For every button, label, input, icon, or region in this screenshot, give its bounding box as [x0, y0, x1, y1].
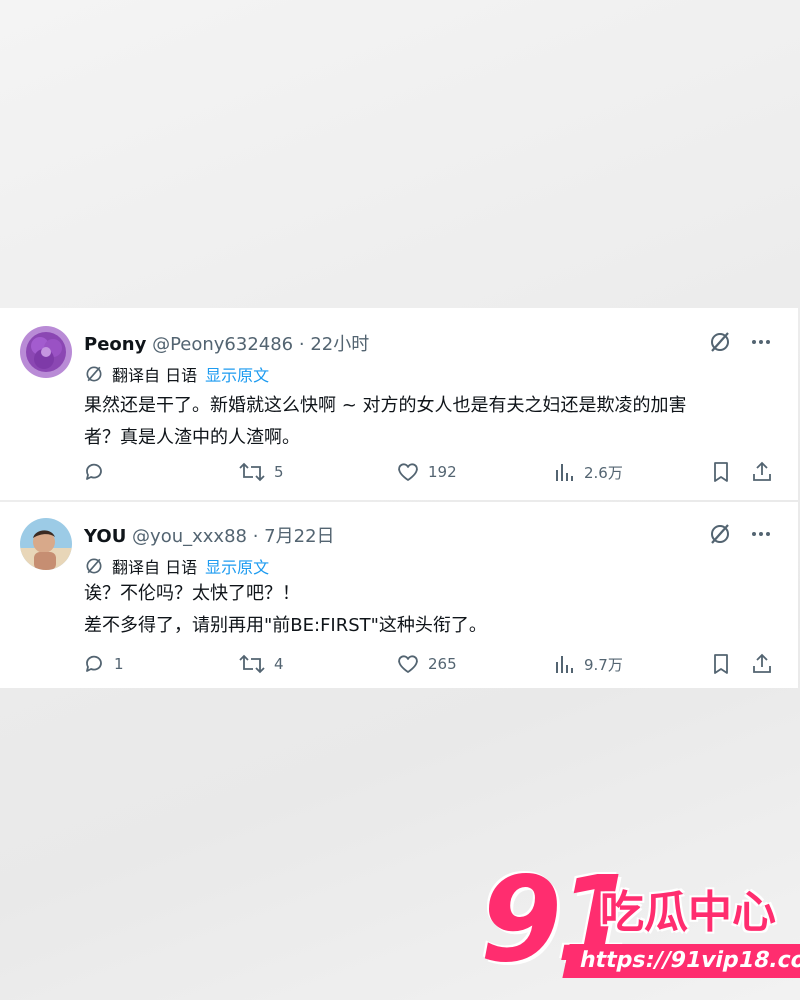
grok-icon[interactable] — [708, 522, 732, 546]
user-handle[interactable]: @Peony632486 — [152, 334, 293, 355]
avatar[interactable] — [20, 518, 72, 570]
like-button[interactable]: 192 — [396, 460, 457, 484]
reply-icon — [86, 655, 102, 672]
views-count: 2.6万 — [584, 463, 623, 482]
share-icon — [753, 653, 771, 673]
retweet-icon — [239, 462, 265, 482]
views-button[interactable]: 2.6万 — [554, 460, 623, 484]
tweet-card[interactable]: YOU @you_xxx88 · 7月22日 翻译自 日语 显示原文 诶？不伦吗… — [0, 502, 798, 688]
watermark-logo: 91 吃瓜中心 https://91vip18.com — [480, 850, 800, 990]
share-button[interactable] — [750, 460, 774, 484]
bookmark-icon — [714, 654, 728, 674]
avatar[interactable] — [20, 326, 72, 378]
display-name[interactable]: YOU — [84, 526, 126, 547]
retweet-button[interactable]: 5 — [238, 460, 284, 484]
tweet-text-line: 诶？不伦吗？太快了吧？！ — [84, 583, 300, 604]
tweet-text: 果然还是干了。新婚就这么快啊 ~ 对方的女人也是有夫之妇还是欺凌的加害 者？真是… — [84, 390, 768, 454]
tweet-header: YOU @you_xxx88 · 7月22日 — [84, 522, 335, 548]
tweet-header: Peony @Peony632486 · 22小时 — [84, 330, 369, 356]
action-bar: 5 192 2.6万 — [82, 460, 776, 486]
views-icon — [556, 656, 573, 673]
reply-button[interactable]: 1 — [82, 652, 124, 676]
like-count: 192 — [428, 463, 457, 481]
reply-button[interactable] — [82, 460, 114, 484]
more-icon[interactable] — [750, 331, 772, 353]
bookmark-icon — [714, 462, 728, 482]
tweet-text-line: 果然还是干了。新婚就这么快啊 ~ 对方的女人也是有夫之妇还是欺凌的加害 — [84, 395, 687, 416]
avatar-image-icon — [20, 518, 72, 570]
translation-row: 翻译自 日语 显示原文 — [84, 554, 269, 578]
translate-icon — [86, 558, 102, 574]
tweet-card[interactable]: Peony @Peony632486 · 22小时 翻译自 日语 显示原文 果然… — [0, 308, 798, 500]
reply-count: 1 — [114, 655, 124, 673]
share-button[interactable] — [750, 652, 774, 676]
grok-icon[interactable] — [708, 330, 732, 354]
display-name[interactable]: Peony — [84, 334, 146, 355]
action-bar: 1 4 265 9.7万 — [82, 652, 776, 678]
retweet-button[interactable]: 4 — [238, 652, 284, 676]
views-count: 9.7万 — [584, 655, 623, 674]
translated-from-label: 翻译自 日语 — [112, 558, 198, 577]
show-original-link[interactable]: 显示原文 — [205, 554, 269, 578]
share-icon — [753, 461, 771, 481]
show-original-link[interactable]: 显示原文 — [205, 362, 269, 386]
logo-url: https://91vip18.com — [562, 944, 800, 978]
tweet-text-line: 差不多得了，请别再用"前BE:FIRST"这种头衔了。 — [84, 615, 487, 636]
user-handle[interactable]: @you_xxx88 — [132, 526, 247, 547]
bookmark-button[interactable] — [710, 460, 732, 484]
retweet-count: 4 — [274, 655, 284, 673]
tweet-text: 诶？不伦吗？太快了吧？！ 差不多得了，请别再用"前BE:FIRST"这种头衔了。 — [84, 578, 768, 642]
logo-title: 吃瓜中心 — [600, 887, 776, 938]
like-count: 265 — [428, 655, 457, 673]
bookmark-button[interactable] — [710, 652, 732, 676]
more-icon[interactable] — [750, 523, 772, 545]
translated-from-label: 翻译自 日语 — [112, 366, 198, 385]
avatar-image-icon — [20, 326, 72, 378]
tweet-text-line: 者？真是人渣中的人渣啊。 — [84, 427, 300, 448]
like-icon — [398, 655, 418, 673]
reply-icon — [86, 463, 102, 480]
translation-row: 翻译自 日语 显示原文 — [84, 362, 269, 386]
like-icon — [398, 463, 418, 481]
like-button[interactable]: 265 — [396, 652, 457, 676]
timestamp[interactable]: · 22小时 — [299, 334, 369, 355]
retweet-icon — [239, 654, 265, 674]
retweet-count: 5 — [274, 463, 284, 481]
timestamp[interactable]: · 7月22日 — [253, 526, 335, 547]
views-icon — [556, 464, 573, 481]
views-button[interactable]: 9.7万 — [554, 652, 623, 676]
translate-icon — [86, 366, 102, 382]
